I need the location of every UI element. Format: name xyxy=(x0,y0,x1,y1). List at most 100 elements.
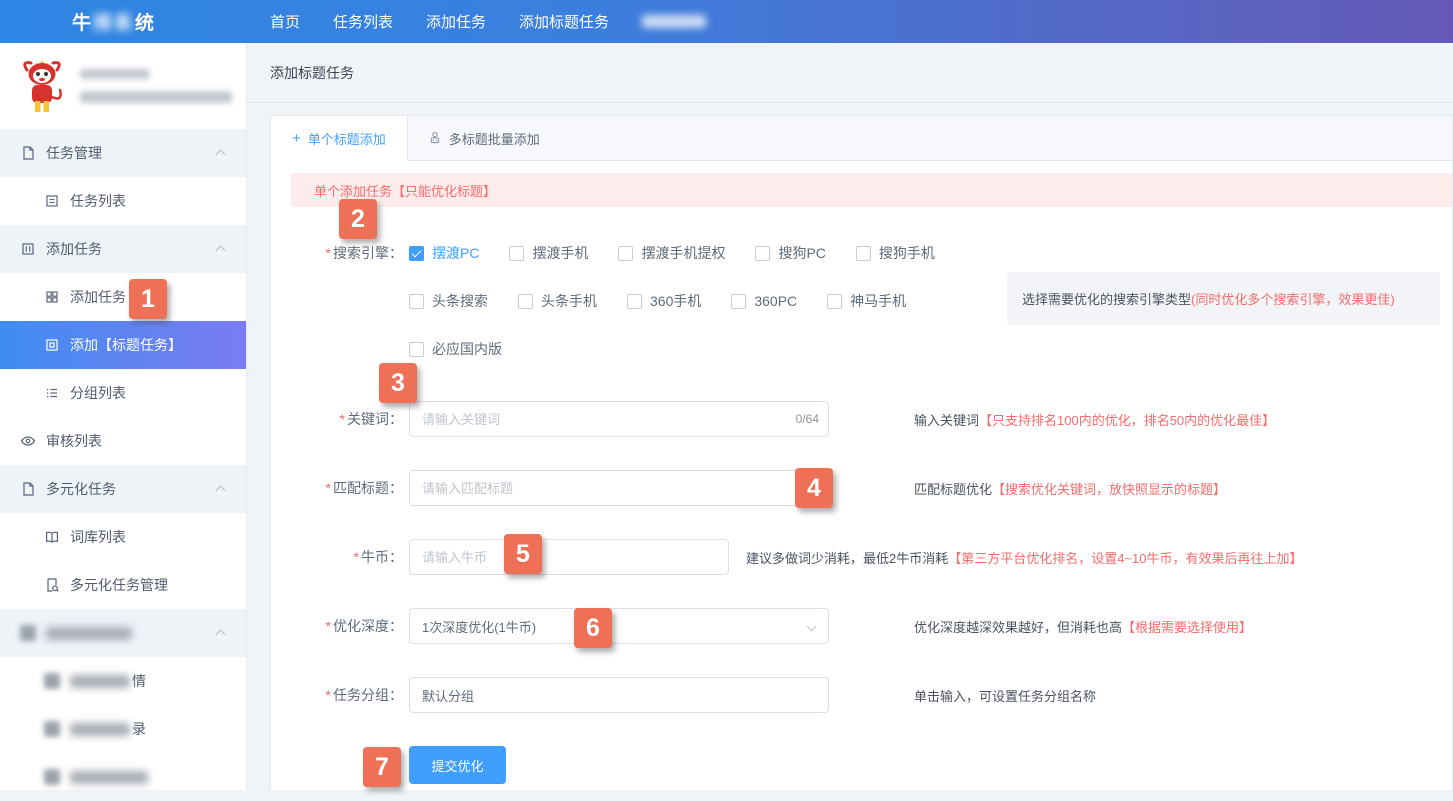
censored-icon xyxy=(44,721,60,737)
sidebar-item-review-list[interactable]: 审核列表 xyxy=(0,417,246,465)
sidebar-item-label: 词库列表 xyxy=(70,527,126,547)
nav-item-home[interactable]: 首页 xyxy=(270,11,300,32)
annotation-badge-4: 4 xyxy=(795,468,833,508)
checkbox-icon[interactable] xyxy=(856,246,871,261)
engine-checkbox-toutiao-search[interactable]: 头条搜索 xyxy=(409,291,488,311)
sidebar: 任务管理 任务列表 添加任务 添加任务 添加【标题任务】 分组列表 审核列表 多… xyxy=(0,43,247,790)
checkbox-icon[interactable] xyxy=(409,294,424,309)
required-mark: * xyxy=(326,245,331,261)
coins-hint: 建议多做词少消耗，最低2牛币消耗【第三方平台优化排名，设置4~10牛币，有效果后… xyxy=(746,548,1303,567)
page-title: 添加标题任务 xyxy=(270,63,354,83)
engine-checkbox-360-mobile[interactable]: 360手机 xyxy=(627,291,701,311)
square-icon xyxy=(44,337,60,353)
keyword-input[interactable] xyxy=(409,401,829,437)
engine-row-3: 必应国内版 xyxy=(409,338,935,360)
match-title-input[interactable] xyxy=(409,470,829,506)
sidebar-item-censored-2[interactable]: 录 xyxy=(0,705,246,753)
sidebar-item-censored-1[interactable]: 情 xyxy=(0,657,246,705)
coins-input[interactable] xyxy=(409,539,729,575)
censored-label xyxy=(70,771,148,784)
sidebar-item-label: 任务列表 xyxy=(70,191,126,211)
engine-checkbox-baidu-mobile[interactable]: 摆渡手机 xyxy=(509,243,588,263)
checkbox-icon[interactable] xyxy=(627,294,642,309)
checkbox-icon[interactable] xyxy=(827,294,842,309)
depth-select[interactable]: 1次深度优化(1牛币) xyxy=(409,608,829,644)
checkbox-icon[interactable] xyxy=(518,294,533,309)
checkbox-checked-icon[interactable] xyxy=(409,246,424,261)
tab-single-title-add[interactable]: + 单个标题添加 xyxy=(271,116,408,161)
keyword-hint: 输入关键词【只支持排名100内的优化，排名50内的优化最佳】 xyxy=(914,410,1275,429)
coins-input-wrap xyxy=(409,539,729,575)
required-mark: * xyxy=(340,411,345,427)
chevron-up-icon[interactable] xyxy=(216,630,226,640)
tab-label: 多标题批量添加 xyxy=(449,129,540,148)
alert-text: 单个添加任务【只能优化标题】 xyxy=(314,181,496,200)
censored-icon xyxy=(20,625,36,641)
nav-item-task-list[interactable]: 任务列表 xyxy=(333,11,393,32)
sidebar-item-censored-3[interactable] xyxy=(0,753,246,801)
sidebar-item-label: 分组列表 xyxy=(70,383,126,403)
nav-item-add-title-task[interactable]: 添加标题任务 xyxy=(519,11,609,32)
sidebar-item-thesaurus-list[interactable]: 词库列表 xyxy=(0,513,246,561)
brand-censored-part: 排系 xyxy=(93,13,135,34)
nav-item-add-task[interactable]: 添加任务 xyxy=(426,11,486,32)
checkbox-icon[interactable] xyxy=(409,342,424,357)
sidebar-section-censored[interactable] xyxy=(0,609,246,657)
engine-checkbox-toutiao-mobile[interactable]: 头条手机 xyxy=(518,291,597,311)
field-label: *匹配标题： xyxy=(291,470,403,506)
nav-menu: 首页 任务列表 添加任务 添加标题任务 xyxy=(247,11,706,32)
engine-checkbox-sogou-pc[interactable]: 搜狗PC xyxy=(755,243,825,263)
chevron-up-icon[interactable] xyxy=(216,246,226,256)
form-row-depth: *优化深度： 1次深度优化(1牛币) 优化深度越深效果越好，但消耗也高【根据需要… xyxy=(291,608,1452,644)
field-label: *牛币： xyxy=(291,539,403,575)
sidebar-item-label: 任务管理 xyxy=(46,143,102,163)
chevron-up-icon[interactable] xyxy=(216,486,226,496)
censored-profile-name xyxy=(80,69,150,79)
engine-hint-box: 选择需要优化的搜索引擎类型(同时优化多个搜索引擎，效果更佳) xyxy=(1007,272,1440,325)
chevron-down-icon xyxy=(807,622,817,632)
sidebar-item-add-title-task[interactable]: 添加【标题任务】 xyxy=(0,321,246,369)
sidebar-item-label: 添加任务 xyxy=(46,239,102,259)
field-label: *关键词： xyxy=(291,401,403,437)
engine-checkbox-bing-cn[interactable]: 必应国内版 xyxy=(409,339,502,359)
submit-optimize-button[interactable]: 提交优化 xyxy=(409,746,506,784)
sidebar-item-diversified-task-management[interactable]: 多元化任务管理 xyxy=(0,561,246,609)
tab-batch-title-add[interactable]: 多标题批量添加 xyxy=(408,116,560,160)
sidebar-item-add-task[interactable]: 添加任务 xyxy=(0,273,246,321)
engine-row-2: 头条搜索 头条手机 360手机 360PC 神马手机 xyxy=(409,290,935,312)
sidebar-item-group-list[interactable]: 分组列表 xyxy=(0,369,246,417)
file-icon xyxy=(20,481,36,497)
char-counter: 0/64 xyxy=(796,401,819,437)
sidebar-section-add-task[interactable]: 添加任务 xyxy=(0,225,246,273)
engine-checkbox-sogou-mobile[interactable]: 搜狗手机 xyxy=(856,243,935,263)
task-group-input[interactable] xyxy=(409,677,829,713)
required-mark: * xyxy=(354,549,359,565)
field-label: *任务分组： xyxy=(291,677,403,713)
brand-part: 牛 xyxy=(72,13,93,34)
engine-checkbox-baidu-pc[interactable]: 摆渡PC xyxy=(409,243,479,263)
sidebar-section-diversified-tasks[interactable]: 多元化任务 xyxy=(0,465,246,513)
form-row-submit: 提交优化 xyxy=(291,746,1452,784)
checkbox-icon[interactable] xyxy=(618,246,633,261)
depth-select-value: 1次深度优化(1牛币) xyxy=(422,617,536,636)
censored-label xyxy=(46,627,132,640)
checkbox-icon[interactable] xyxy=(755,246,770,261)
tab-label: 单个标题添加 xyxy=(308,129,386,148)
plus-icon: + xyxy=(292,130,301,147)
checkbox-icon[interactable] xyxy=(731,294,746,309)
engine-checkbox-360-pc[interactable]: 360PC xyxy=(731,293,797,309)
breadcrumb: 添加标题任务 xyxy=(247,43,1453,103)
sidebar-section-task-management[interactable]: 任务管理 xyxy=(0,129,246,177)
sidebar-item-task-list[interactable]: 任务列表 xyxy=(0,177,246,225)
brand-part: 统 xyxy=(135,13,156,34)
engine-checkbox-baidu-mobile-boost[interactable]: 摆渡手机提权 xyxy=(618,243,725,263)
panel-icon xyxy=(20,241,36,257)
chevron-up-icon[interactable] xyxy=(216,150,226,160)
sidebar-item-label-suffix: 录 xyxy=(132,719,146,739)
robot-icon xyxy=(428,131,442,145)
file-icon xyxy=(20,145,36,161)
tab-bar: + 单个标题添加 多标题批量添加 xyxy=(271,116,1452,161)
engine-checkbox-shenma-mobile[interactable]: 神马手机 xyxy=(827,291,906,311)
checkbox-icon[interactable] xyxy=(509,246,524,261)
nav-item-censored[interactable] xyxy=(642,15,706,28)
